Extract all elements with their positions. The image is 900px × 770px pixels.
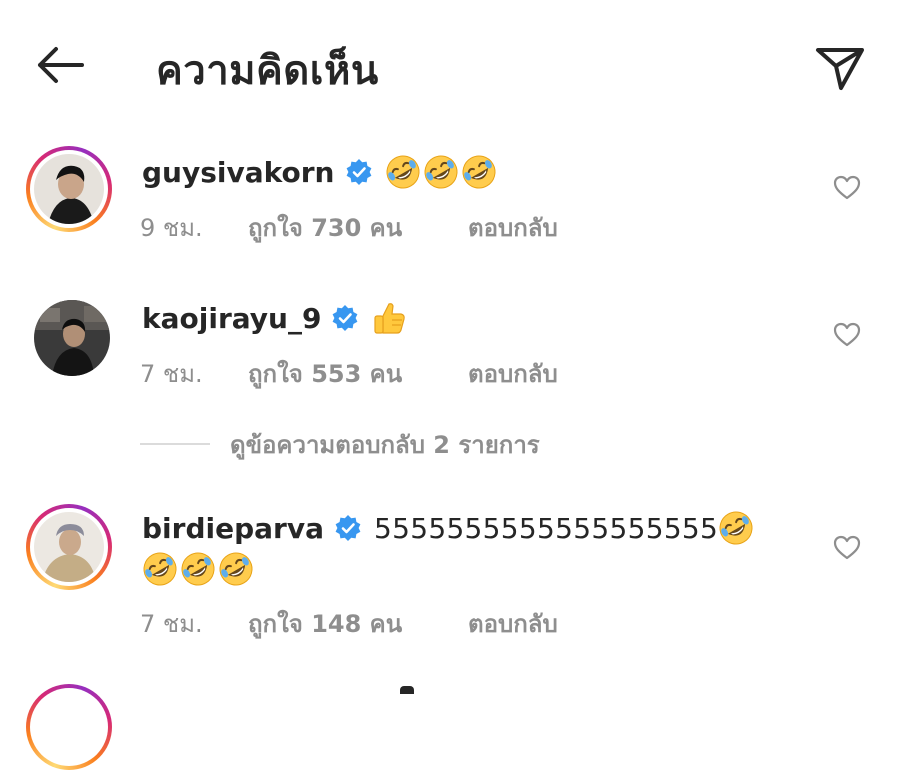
rofl-emoji-icon <box>180 551 216 587</box>
next-comment-partial <box>400 686 414 694</box>
verified-badge-icon <box>346 159 371 185</box>
reply-button[interactable]: ตอบกลับ <box>468 604 558 643</box>
avatar[interactable] <box>26 146 112 232</box>
header: ความคิดเห็น <box>0 0 900 134</box>
view-replies-label: ดูข้อความตอบกลับ 2 รายการ <box>230 430 540 459</box>
likes-count[interactable]: ถูกใจ 148 คน <box>248 604 402 643</box>
divider <box>140 443 210 445</box>
heart-icon[interactable] <box>833 321 861 349</box>
rofl-emoji-icon <box>385 154 421 190</box>
likes-count[interactable]: ถูกใจ 730 คน <box>248 208 402 247</box>
rofl-emoji-icon <box>218 551 254 587</box>
view-replies-link[interactable]: ดูข้อความตอบกลับ 2 รายการ <box>140 428 640 460</box>
avatar[interactable] <box>26 684 112 770</box>
verified-badge-icon <box>333 305 358 331</box>
rofl-emoji-icon <box>718 510 754 546</box>
comment-meta: 7 ชม. ถูกใจ 553 คน ตอบกลับ <box>140 354 640 388</box>
comment-text: 5555555555555555555 <box>373 511 719 545</box>
rofl-emoji-icon <box>423 154 459 190</box>
paper-plane-icon <box>816 48 864 90</box>
comment-meta: 7 ชม. ถูกใจ 148 คน ตอบกลับ <box>140 604 640 638</box>
arrow-left-icon <box>38 47 84 83</box>
reply-button[interactable]: ตอบกลับ <box>468 354 558 393</box>
comment-username[interactable]: birdieparva <box>142 512 324 545</box>
likes-count[interactable]: ถูกใจ 553 คน <box>248 354 402 393</box>
thumbs-up-emoji-icon <box>374 303 406 334</box>
comment-username[interactable]: guysivakorn <box>142 156 335 189</box>
rofl-emoji-icon <box>142 551 178 587</box>
page-title: ความคิดเห็น <box>156 48 379 94</box>
rofl-emoji-icon <box>461 154 497 190</box>
heart-icon[interactable] <box>833 174 861 202</box>
reply-button[interactable]: ตอบกลับ <box>468 208 558 247</box>
avatar[interactable] <box>34 300 110 376</box>
share-button[interactable] <box>810 36 870 96</box>
heart-icon[interactable] <box>833 534 861 562</box>
avatar[interactable] <box>26 504 112 590</box>
comment-time: 7 ชม. <box>140 360 203 388</box>
comment-time: 9 ชม. <box>140 214 203 242</box>
comment-emoji-row <box>142 551 256 587</box>
comment-meta: 9 ชม. ถูกใจ 730 คน ตอบกลับ <box>140 208 640 242</box>
verified-badge-icon <box>335 515 361 541</box>
comment-username[interactable]: kaojirayu_9 <box>142 302 321 335</box>
comment-time: 7 ชม. <box>140 610 203 638</box>
back-button[interactable] <box>30 40 90 90</box>
